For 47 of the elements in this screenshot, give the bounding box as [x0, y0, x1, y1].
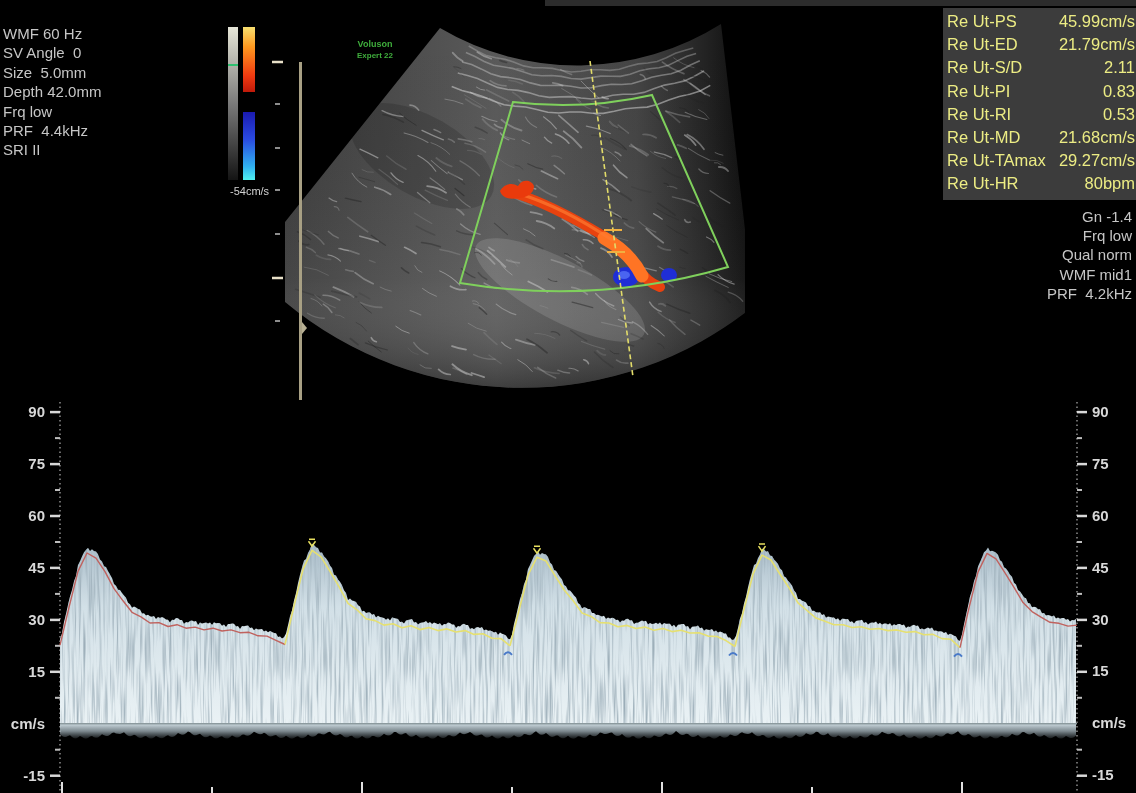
- scan-parameter: Qual norm: [1061, 246, 1132, 264]
- scale-min-label: -54cm/s: [230, 185, 270, 197]
- measurement-value: 0.83: [1102, 80, 1135, 102]
- measurement-label: Re Ut-MD: [947, 126, 1021, 148]
- scale-label: 60: [1092, 505, 1109, 526]
- scale-label: 75: [1092, 453, 1109, 474]
- measurement-value: 21.79cm/s: [1058, 34, 1135, 56]
- measurement-value: 45.99cm/s: [1058, 11, 1135, 32]
- measurement-label: Re Ut-TAmax: [947, 150, 1046, 172]
- scan-parameter: WMF 60 Hz: [3, 25, 83, 42]
- scan-parameter: SV Angle 0: [3, 44, 82, 62]
- scale-label: cm/s: [1092, 713, 1127, 734]
- measurement-label: Re Ut-HR: [947, 173, 1019, 195]
- scan-parameter: Depth 42.0mm: [3, 83, 102, 101]
- measurement-value: 21.68cm/s: [1058, 126, 1135, 148]
- scan-parameter: Frq low: [3, 102, 53, 120]
- scale-label: 15: [1092, 661, 1109, 682]
- scale-label: 90: [1092, 402, 1109, 422]
- scan-parameter: PRF 4.2kHz: [1046, 285, 1132, 303]
- measurement-label: Re Ut-PS: [947, 11, 1017, 32]
- scan-parameter: Size 5.0mm: [3, 63, 87, 81]
- scale-label: cm/s: [10, 713, 45, 734]
- scan-parameter: Frq low: [1082, 226, 1132, 244]
- scan-parameter: SRI II: [3, 141, 41, 159]
- measurement-value: 80bpm: [1084, 173, 1135, 195]
- scale-label: -15: [23, 765, 45, 786]
- scale-label: 30: [1092, 609, 1109, 630]
- scale-label: -15: [1092, 765, 1114, 786]
- measurement-label: Re Ut-PI: [947, 80, 1011, 102]
- measurement-value: 0.53: [1102, 103, 1135, 125]
- scan-parameter: WMF mid1: [1059, 265, 1132, 283]
- measurement-label: Re Ut-S/D: [947, 57, 1023, 79]
- brand-name: Voluson: [357, 39, 393, 49]
- scale-label: 15: [28, 661, 45, 682]
- model-name: Expert 22: [357, 51, 393, 60]
- scale-label: 90: [28, 402, 45, 423]
- measurement-label: Re Ut-RI: [947, 103, 1012, 125]
- scale-label: 45: [1092, 557, 1109, 578]
- scale-label: 30: [28, 609, 45, 630]
- measurement-label: Re Ut-ED: [947, 34, 1018, 56]
- measurement-value: 2.11: [1104, 57, 1135, 79]
- measurement-value: 29.27cm/s: [1058, 150, 1135, 172]
- scale-label: 60: [28, 506, 45, 526]
- scan-parameter: Gn -1.4: [1081, 207, 1132, 225]
- scale-label: 75: [28, 454, 45, 475]
- scan-parameter: PRF 4.4kHz: [3, 122, 89, 140]
- scale-label: 45: [28, 557, 45, 578]
